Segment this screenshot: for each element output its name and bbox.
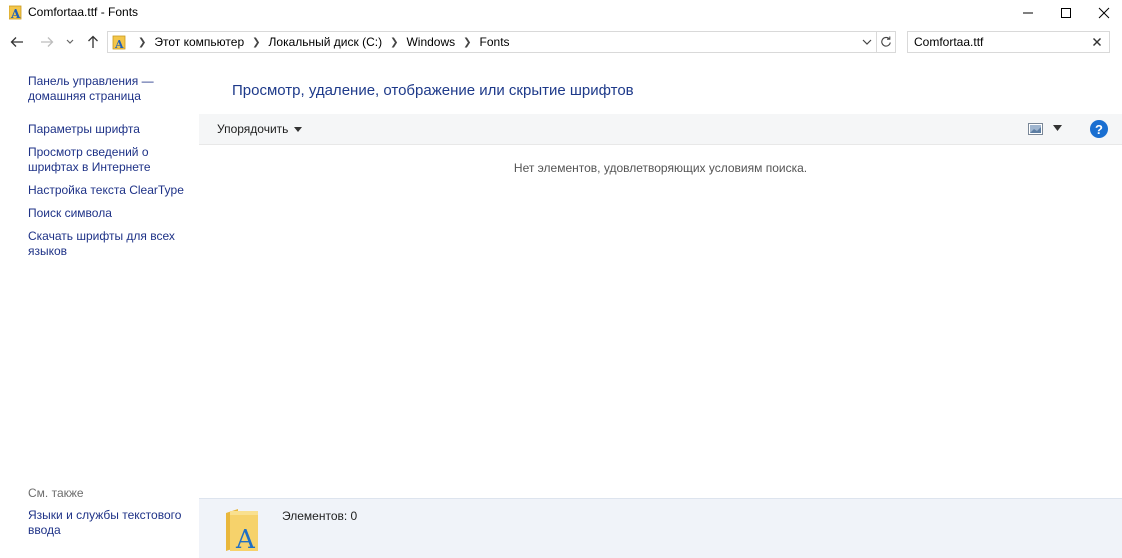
minimize-icon (1023, 12, 1033, 13)
maximize-icon (1061, 7, 1071, 18)
search-input[interactable]: Comfortaa.ttf (907, 31, 1110, 53)
main-pane: Просмотр, удаление, отображение или скры… (199, 58, 1122, 558)
svg-text:A: A (235, 525, 256, 553)
refresh-icon (881, 36, 891, 47)
title-bar: A Comfortaa.ttf - Fonts (0, 0, 1122, 25)
address-dropdown-button[interactable] (860, 34, 874, 50)
caret-down-icon (294, 126, 303, 132)
maximize-button[interactable] (1046, 0, 1086, 25)
chevron-right-icon[interactable]: ❯ (463, 37, 471, 48)
breadcrumb: ❯ Этот компьютер ❯ Локальный диск (C:) ❯… (130, 32, 510, 52)
see-also-label: См. также (28, 486, 84, 500)
fonts-folder-icon: A (9, 5, 22, 20)
details-pane: A Элементов: 0 (199, 498, 1122, 558)
link-font-settings[interactable]: Параметры шрифта (28, 122, 193, 137)
svg-text:A: A (10, 7, 21, 20)
back-button[interactable] (6, 31, 28, 53)
link-language-services[interactable]: Языки и службы текстового ввода (28, 508, 193, 538)
command-bar: Упорядочить ? (199, 114, 1122, 145)
left-pane: Панель управления — домашняя страница Па… (0, 58, 199, 558)
link-control-panel-home[interactable]: Панель управления — домашняя страница (28, 74, 193, 104)
link-cleartype[interactable]: Настройка текста ClearType (28, 183, 193, 198)
minimize-button[interactable] (1008, 0, 1048, 25)
chevron-right-icon[interactable]: ❯ (390, 37, 398, 48)
view-icon[interactable] (1028, 122, 1044, 136)
svg-text:A: A (114, 38, 124, 50)
breadcrumb-this-pc[interactable]: Этот компьютер (154, 35, 244, 49)
arrow-up-icon (88, 35, 98, 48)
recent-locations-button[interactable] (62, 31, 78, 53)
link-download-fonts[interactable]: Скачать шрифты для всех языков (28, 229, 193, 259)
page-title: Просмотр, удаление, отображение или скры… (232, 82, 634, 99)
chevron-right-icon[interactable]: ❯ (138, 37, 146, 48)
empty-results-message: Нет элементов, удовлетворяющих условиям … (513, 161, 808, 175)
chevron-down-icon (66, 39, 74, 44)
refresh-button[interactable] (877, 31, 896, 53)
chevron-down-icon (862, 39, 872, 45)
chevron-right-icon[interactable]: ❯ (252, 37, 260, 48)
breadcrumb-local-disk[interactable]: Локальный диск (C:) (269, 35, 383, 49)
clear-search-button[interactable] (1091, 35, 1103, 49)
fonts-folder-icon: A (226, 509, 258, 553)
address-bar[interactable]: A ❯ Этот компьютер ❯ Локальный диск (C:)… (107, 31, 877, 53)
organize-button[interactable]: Упорядочить (217, 122, 303, 136)
organize-label: Упорядочить (217, 122, 289, 136)
link-find-character[interactable]: Поиск символа (28, 206, 193, 221)
arrow-left-icon (10, 37, 23, 47)
close-button[interactable] (1084, 0, 1122, 25)
arrow-right-icon (41, 37, 54, 47)
window-title: Comfortaa.ttf - Fonts (28, 5, 139, 19)
help-button[interactable]: ? (1090, 120, 1108, 138)
items-count: Элементов: 0 (282, 509, 358, 523)
search-value: Comfortaa.ttf (914, 35, 984, 49)
breadcrumb-windows[interactable]: Windows (406, 35, 455, 49)
forward-button[interactable] (36, 31, 58, 53)
breadcrumb-fonts[interactable]: Fonts (480, 35, 510, 49)
up-button[interactable] (82, 31, 104, 53)
caret-down-icon[interactable] (1053, 125, 1062, 131)
link-font-info-online[interactable]: Просмотр сведений о шрифтах в Интернете (28, 145, 193, 175)
fonts-folder-icon: A (112, 35, 126, 50)
close-icon (1093, 38, 1101, 46)
close-icon (1098, 7, 1110, 18)
